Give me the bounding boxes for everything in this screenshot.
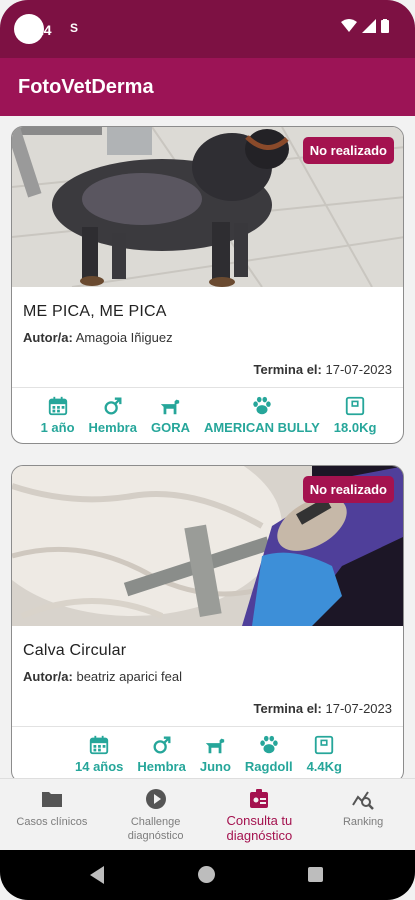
case-title: Calva Circular — [23, 642, 127, 659]
wifi-icon — [341, 19, 357, 32]
author-label: Autor/a: — [23, 669, 73, 684]
attr-weight-value: 4.4Kg — [306, 759, 342, 774]
status-icons — [341, 19, 389, 33]
case-author: Autor/a: beatriz aparici feal — [23, 669, 182, 684]
attr-sex-value: Hembra — [137, 759, 186, 774]
attr-sex: Hembra — [89, 395, 137, 439]
nav-label: Consulta tu diagnóstico — [226, 813, 293, 843]
deadline-date: 17-07-2023 — [325, 701, 393, 716]
attr-age: 14 años — [75, 734, 123, 778]
bottom-navigation: Casos clínicos Challenge diagnóstico Con… — [0, 778, 415, 850]
attr-weight: 18.0Kg — [333, 395, 377, 439]
attr-age: 1 año — [41, 395, 75, 439]
scale-icon — [345, 396, 365, 416]
home-icon[interactable] — [198, 866, 215, 883]
attr-breed: Ragdoll — [245, 734, 293, 778]
battery-icon — [381, 19, 389, 33]
case-deadline: Termina el: 17-07-2023 — [253, 362, 392, 377]
attr-breed: AMERICAN BULLY — [204, 395, 320, 439]
recents-icon[interactable] — [308, 867, 323, 882]
case-photo: No realizado — [12, 127, 403, 287]
attr-age-value: 14 años — [75, 759, 124, 774]
deadline-label: Termina el: — [253, 362, 322, 377]
attr-name: GORA — [151, 395, 190, 439]
deadline-label: Termina el: — [253, 701, 322, 716]
attr-name: Juno — [200, 734, 231, 778]
paw-icon — [253, 396, 271, 415]
attr-breed-value: AMERICAN BULLY — [203, 420, 320, 435]
attr-weight-value: 18.0Kg — [333, 420, 377, 435]
status-bar: 24 S — [0, 0, 415, 58]
nav-label: Challenge diagnóstico — [127, 816, 184, 842]
attr-age-value: 1 año — [40, 420, 75, 435]
status-time: 24 — [36, 22, 52, 38]
nav-ranking[interactable]: Ranking — [311, 779, 415, 850]
attr-sex-value: Hembra — [88, 420, 137, 435]
chart-search-icon — [352, 791, 375, 810]
nav-casos-clinicos[interactable]: Casos clínicos — [0, 779, 104, 850]
patient-attributes: 14 años Hembra Juno Ragdoll 4.4Kg — [12, 734, 403, 778]
divider — [12, 387, 403, 388]
nav-label: Casos clínicos — [16, 816, 88, 828]
deadline-date: 17-07-2023 — [325, 362, 393, 377]
folder-icon — [41, 792, 62, 807]
paw-icon — [260, 735, 278, 754]
dog-icon — [161, 399, 180, 415]
author-name: Amagoia Iñiguez — [75, 330, 173, 345]
calendar-icon — [90, 735, 109, 755]
nav-consulta[interactable]: Consulta tu diagnóstico — [208, 779, 312, 850]
attr-name-value: Juno — [199, 759, 231, 774]
app-title: FotoVetDerma — [18, 76, 154, 98]
divider — [12, 726, 403, 727]
male-icon — [104, 397, 122, 415]
id-card-icon — [250, 789, 269, 808]
case-card[interactable]: No realizado ME PICA, ME PICA Autor/a: A… — [11, 126, 404, 444]
status-badge: No realizado — [302, 476, 394, 503]
scale-icon — [315, 735, 334, 755]
signal-icon — [362, 19, 376, 33]
app-bar: FotoVetDerma — [0, 58, 415, 116]
case-card[interactable]: No realizado Calva Circular Autor/a: bea… — [11, 465, 404, 778]
nav-challenge[interactable]: Challenge diagnóstico — [104, 779, 208, 850]
system-navigation-bar — [0, 850, 415, 900]
back-icon[interactable] — [90, 866, 106, 884]
attr-sex: Hembra — [137, 734, 186, 778]
case-photo: No realizado — [12, 466, 403, 626]
calendar-icon — [48, 396, 67, 416]
male-icon — [153, 736, 171, 754]
author-name: beatriz aparici feal — [76, 669, 182, 684]
play-icon — [145, 789, 166, 809]
nav-label: Ranking — [342, 816, 384, 828]
author-label: Autor/a: — [23, 330, 73, 345]
status-badge: No realizado — [302, 137, 394, 164]
attr-breed-value: Ragdoll — [244, 759, 293, 774]
carrier-icon: S — [69, 21, 78, 35]
case-deadline: Termina el: 17-07-2023 — [253, 701, 392, 716]
case-feed[interactable]: No realizado ME PICA, ME PICA Autor/a: A… — [0, 116, 415, 778]
attr-name-value: GORA — [150, 420, 190, 435]
attr-weight: 4.4Kg — [307, 734, 342, 778]
case-author: Autor/a: Amagoia Iñiguez — [23, 330, 173, 345]
dog-icon — [206, 738, 225, 754]
patient-attributes: 1 año Hembra GORA AMERICAN BULLY 18.0Kg — [12, 395, 403, 439]
case-title: ME PICA, ME PICA — [23, 303, 167, 320]
